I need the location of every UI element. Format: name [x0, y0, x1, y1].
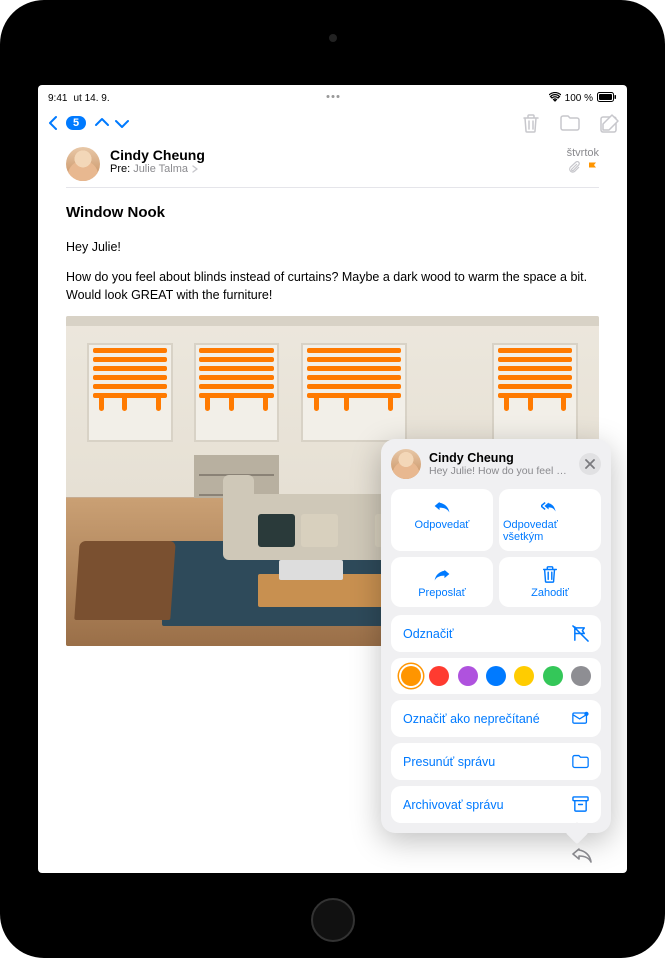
- trash-action[interactable]: Zahodiť: [499, 557, 601, 607]
- archive-icon: [572, 796, 589, 813]
- move-button[interactable]: [560, 115, 580, 131]
- reply-button[interactable]: [571, 845, 593, 863]
- chevron-right-icon: [191, 165, 199, 173]
- move-label: Presunúť správu: [403, 755, 495, 769]
- email-paragraph: How do you feel about blinds instead of …: [66, 268, 599, 304]
- email-header: Cindy Cheung Pre: Julie Talma štvrtok: [38, 139, 627, 187]
- unflag-row[interactable]: Odznačiť: [391, 615, 601, 652]
- mark-unread-row[interactable]: Označiť ako neprečítané: [391, 700, 601, 737]
- battery-percent: 100 %: [565, 93, 593, 104]
- status-date: ut 14. 9.: [73, 93, 109, 104]
- forward-action[interactable]: Preposlať: [391, 557, 493, 607]
- reply-label: Odpovedať: [415, 519, 470, 531]
- reply-all-action[interactable]: Odpovedať všetkým: [499, 489, 601, 551]
- home-button[interactable]: [311, 898, 355, 942]
- prev-message-button[interactable]: [94, 115, 110, 131]
- flag-color-yellow[interactable]: [514, 666, 534, 686]
- recipient-name: Julie Talma: [133, 163, 188, 175]
- mark-unread-icon: [572, 710, 589, 727]
- flag-color-blue[interactable]: [486, 666, 506, 686]
- screen: 9:41 ut 14. 9. 100 % 5: [38, 85, 627, 873]
- flag-color-orange[interactable]: [401, 666, 421, 686]
- status-bar: 9:41 ut 14. 9. 100 %: [38, 89, 627, 107]
- popover-snippet: Hey Julie! How do you feel ab...: [429, 465, 571, 477]
- flag-color-row: [391, 658, 601, 694]
- unflag-icon: [572, 625, 589, 642]
- ipad-device-frame: 9:41 ut 14. 9. 100 % 5: [0, 0, 665, 958]
- reply-all-label: Odpovedať všetkým: [503, 519, 597, 543]
- popover-avatar: [391, 449, 421, 479]
- archive-row[interactable]: Archivovať správu: [391, 786, 601, 823]
- trash-label: Zahodiť: [531, 587, 569, 599]
- mark-unread-label: Označiť ako neprečítané: [403, 712, 540, 726]
- flag-color-purple[interactable]: [458, 666, 478, 686]
- next-message-button[interactable]: [114, 115, 130, 131]
- to-label: Pre:: [110, 163, 130, 175]
- multitask-dots[interactable]: [325, 89, 340, 103]
- flag-color-red[interactable]: [429, 666, 449, 686]
- delete-button[interactable]: [522, 113, 540, 133]
- flag-icon: [587, 161, 599, 177]
- email-greeting: Hey Julie!: [66, 238, 599, 256]
- reply-action[interactable]: Odpovedať: [391, 489, 493, 551]
- battery-icon: [597, 92, 617, 105]
- wifi-icon: [549, 92, 561, 105]
- sender-avatar[interactable]: [66, 147, 100, 181]
- flag-color-green[interactable]: [543, 666, 563, 686]
- email-subject: Window Nook: [66, 202, 599, 224]
- back-button[interactable]: [46, 115, 62, 131]
- close-button[interactable]: [579, 453, 601, 475]
- folder-icon: [572, 753, 589, 770]
- attachment-icon: [569, 161, 581, 177]
- bottom-toolbar: [38, 835, 627, 873]
- forward-label: Preposlať: [418, 587, 466, 599]
- flag-color-gray[interactable]: [571, 666, 591, 686]
- popover-sender: Cindy Cheung: [429, 451, 571, 465]
- move-row[interactable]: Presunúť správu: [391, 743, 601, 780]
- reply-action-sheet: Cindy Cheung Hey Julie! How do you feel …: [381, 439, 611, 833]
- email-date: štvrtok: [567, 147, 599, 159]
- archive-label: Archivovať správu: [403, 798, 504, 812]
- inbox-count-badge: 5: [66, 116, 86, 130]
- status-time: 9:41: [48, 93, 67, 104]
- compose-button[interactable]: [600, 114, 619, 133]
- unflag-label: Odznačiť: [403, 627, 454, 641]
- mail-toolbar: 5: [38, 107, 627, 139]
- recipient-row[interactable]: Pre: Julie Talma: [110, 163, 557, 175]
- sender-name[interactable]: Cindy Cheung: [110, 147, 557, 163]
- front-camera: [329, 34, 337, 42]
